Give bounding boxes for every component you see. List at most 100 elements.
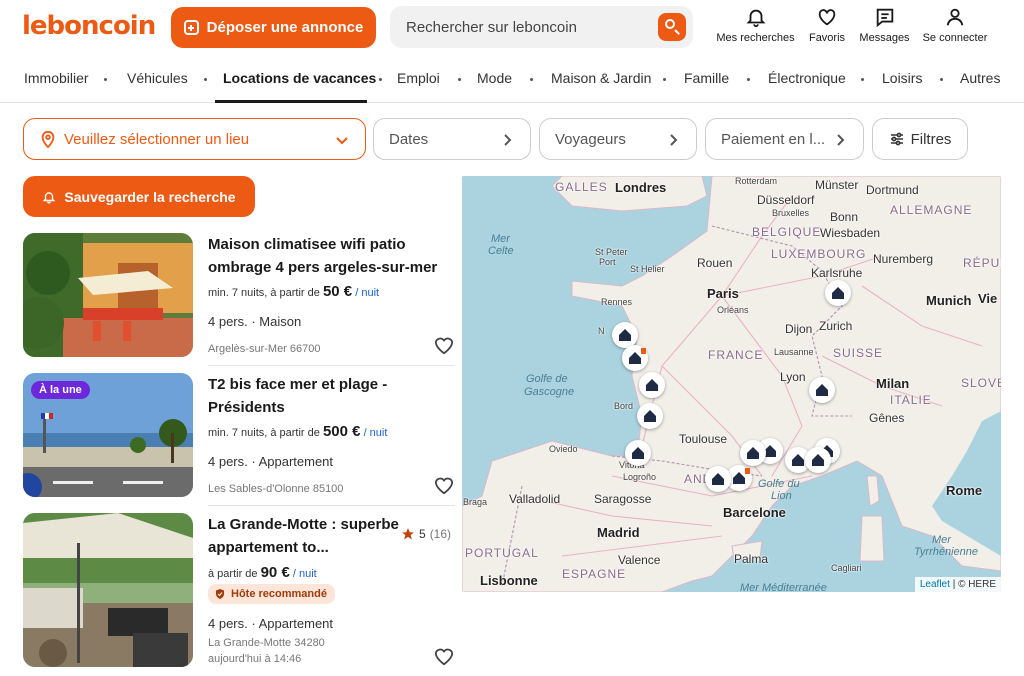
map-label: RÉPUBLI bbox=[963, 256, 1001, 270]
listing-photo[interactable]: À la une bbox=[23, 373, 193, 497]
divider bbox=[208, 505, 455, 506]
my-searches-link[interactable]: Mes recherches bbox=[710, 6, 801, 50]
favorite-heart-icon[interactable] bbox=[433, 475, 455, 495]
map-marker[interactable] bbox=[825, 280, 851, 306]
payment-filter[interactable]: Paiement en l... bbox=[705, 118, 864, 160]
listing-type: 4 pers. · Appartement bbox=[208, 616, 334, 631]
nav-separator bbox=[379, 78, 382, 81]
favorites-link[interactable]: Favoris bbox=[801, 6, 853, 50]
listing-photo[interactable] bbox=[23, 513, 193, 667]
map-label: Mer Méditerranée bbox=[740, 582, 827, 592]
house-icon bbox=[733, 472, 745, 484]
map-label: Zurich bbox=[819, 319, 853, 333]
map-label: Rome bbox=[946, 483, 983, 498]
favorite-heart-icon[interactable] bbox=[433, 646, 455, 666]
more-filters-button[interactable]: Filtres bbox=[872, 118, 968, 160]
listing-rating: 5 (16) bbox=[401, 527, 451, 541]
listing-date: aujourd'hui à 14:46 bbox=[208, 653, 302, 665]
nav-item-autres[interactable]: Autres bbox=[960, 70, 1000, 86]
search-input[interactable] bbox=[406, 6, 646, 48]
map-marker[interactable] bbox=[705, 466, 731, 492]
location-filter-label: Veuillez sélectionner un lieu bbox=[64, 130, 250, 148]
nav-separator bbox=[530, 78, 533, 81]
map-label: Bord bbox=[614, 401, 634, 411]
listing-price: à partir de 90 € / nuit bbox=[208, 564, 317, 581]
house-icon bbox=[619, 329, 631, 341]
map-marker[interactable] bbox=[622, 345, 648, 371]
price-unit: / nuit bbox=[292, 568, 317, 580]
map-label: Gênes bbox=[869, 411, 905, 425]
map-label: Rotterdam bbox=[735, 176, 778, 186]
sliders-icon bbox=[890, 132, 903, 146]
search-icon[interactable] bbox=[658, 13, 686, 41]
post-ad-button[interactable]: Déposer une annonce bbox=[171, 7, 376, 48]
listing-title[interactable]: T2 bis face mer et plage - Présidents bbox=[208, 373, 443, 419]
map-label: Port bbox=[599, 257, 616, 267]
map-label: GALLES bbox=[555, 180, 608, 194]
messages-link[interactable]: Messages bbox=[853, 6, 916, 50]
map-label: SLOVE bbox=[961, 376, 1001, 390]
save-search-button[interactable]: Sauvegarder la recherche bbox=[23, 176, 255, 217]
user-icon bbox=[946, 8, 964, 26]
price-prefix: min. 7 nuits, à partir de bbox=[208, 427, 320, 439]
leboncoin-logo[interactable]: leboncoin bbox=[22, 11, 156, 41]
map-marker[interactable] bbox=[740, 440, 766, 466]
nav-item-locations-vacances[interactable]: Locations de vacances bbox=[223, 70, 376, 86]
travelers-filter[interactable]: Voyageurs bbox=[539, 118, 697, 160]
leaflet-link[interactable]: Leaflet bbox=[920, 579, 950, 590]
chevron-down-icon bbox=[336, 137, 348, 145]
rating-count: (16) bbox=[429, 527, 452, 541]
login-link[interactable]: Se connecter bbox=[916, 6, 994, 50]
filter-bar: Veuillez sélectionner un lieu Dates Voya… bbox=[0, 118, 1024, 160]
map-marker[interactable] bbox=[637, 403, 663, 429]
map-label: Milan bbox=[876, 376, 910, 391]
listing-location: Les Sables-d'Olonne 85100 bbox=[208, 483, 344, 495]
house-icon bbox=[812, 454, 824, 466]
map-marker[interactable] bbox=[639, 372, 665, 398]
nav-item-vehicules[interactable]: Véhicules bbox=[127, 70, 188, 86]
listing-photo[interactable] bbox=[23, 233, 193, 357]
listing-card[interactable]: À la une T2 bis face mer et plage - Prés… bbox=[23, 373, 455, 503]
nav-item-maison-jardin[interactable]: Maison & Jardin bbox=[551, 70, 651, 86]
nav-item-emploi[interactable]: Emploi bbox=[397, 70, 440, 86]
nav-separator bbox=[861, 78, 864, 81]
listing-price: min. 7 nuits, à partir de 500 € / nuit bbox=[208, 423, 387, 440]
listing-title[interactable]: Maison climatisee wifi patio ombrage 4 p… bbox=[208, 233, 443, 279]
user-actions: Mes recherches Favoris Messages Se conne… bbox=[710, 6, 994, 50]
dates-filter[interactable]: Dates bbox=[373, 118, 531, 160]
map-label: Lyon bbox=[780, 370, 806, 384]
nav-separator bbox=[747, 78, 750, 81]
listing-card[interactable]: La Grande-Motte : superbe appartement to… bbox=[23, 513, 455, 673]
nav-item-electronique[interactable]: Électronique bbox=[768, 70, 846, 86]
map-marker[interactable] bbox=[805, 447, 831, 473]
results-map[interactable]: GALLES Londres Rotterdam Münster Dortmun… bbox=[462, 176, 1001, 592]
map-label: Vie bbox=[978, 291, 998, 306]
map-label: Braga bbox=[463, 497, 488, 507]
map-label: SUISSE bbox=[833, 346, 884, 360]
map-label: Golfe du bbox=[758, 478, 800, 490]
map-label: Rouen bbox=[697, 256, 733, 270]
divider bbox=[208, 365, 455, 366]
chevron-right-icon bbox=[670, 134, 678, 146]
listing-type: 4 pers. · Maison bbox=[208, 314, 302, 329]
nav-item-mode[interactable]: Mode bbox=[477, 70, 512, 86]
map-label: Karlsruhe bbox=[811, 266, 863, 280]
location-filter[interactable]: Veuillez sélectionner un lieu bbox=[23, 118, 366, 160]
map-label: N bbox=[598, 326, 605, 336]
nav-item-loisirs[interactable]: Loisirs bbox=[882, 70, 922, 86]
bell-icon bbox=[745, 9, 766, 28]
map-label: Tyrrhénienne bbox=[914, 546, 978, 558]
map-label: Londres bbox=[615, 180, 667, 195]
map-label: St Peter bbox=[595, 247, 628, 257]
nav-item-immobilier[interactable]: Immobilier bbox=[24, 70, 89, 86]
featured-flag bbox=[641, 348, 646, 354]
map-marker[interactable] bbox=[809, 377, 835, 403]
map-marker[interactable] bbox=[625, 440, 651, 466]
map-label: Mer bbox=[491, 233, 510, 245]
nav-item-famille[interactable]: Famille bbox=[684, 70, 729, 86]
price-value: 90 € bbox=[260, 564, 290, 581]
favorite-heart-icon[interactable] bbox=[433, 335, 455, 355]
search-bar bbox=[390, 6, 693, 48]
listing-card[interactable]: Maison climatisee wifi patio ombrage 4 p… bbox=[23, 233, 455, 363]
map-label: Barcelone bbox=[723, 505, 786, 520]
